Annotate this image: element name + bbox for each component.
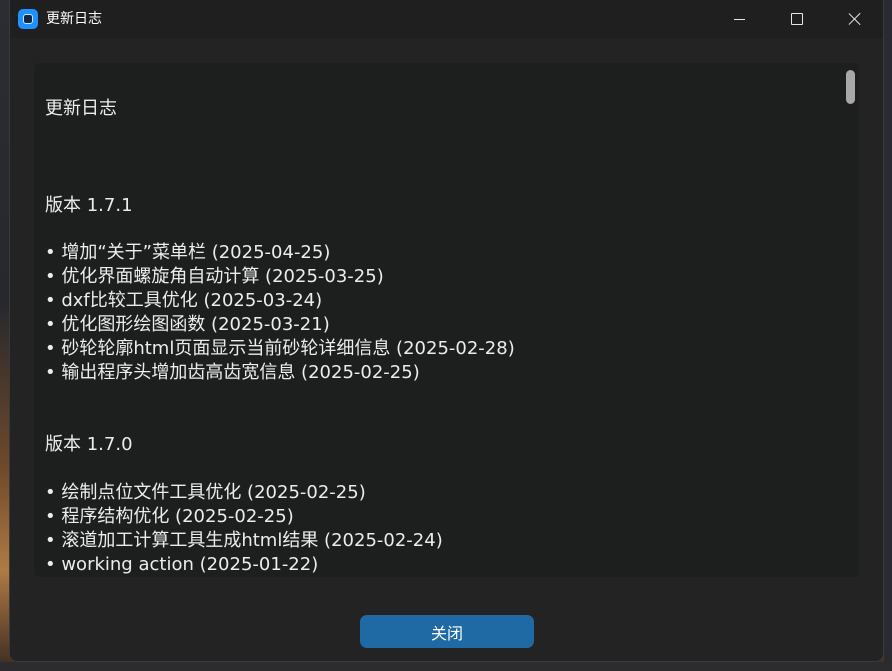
list-item: • 绘制点位文件工具优化 (2025-02-25): [45, 482, 366, 503]
scrollbar-thumb[interactable]: [846, 70, 855, 104]
close-window-button[interactable]: [826, 0, 883, 38]
minimize-button[interactable]: [710, 0, 768, 38]
minimize-icon: [733, 18, 745, 20]
list-item: • 优化界面螺旋角自动计算 (2025-03-25): [45, 266, 384, 287]
list-item: • 滚道加工计算工具生成html结果 (2025-02-24): [45, 530, 443, 551]
list-item: • 增加“关于”菜单栏 (2025-04-25): [45, 242, 331, 263]
list-item: • dxf比较工具优化 (2025-03-24): [45, 290, 323, 311]
title-bar[interactable]: 更新日志: [10, 0, 883, 38]
close-icon: [848, 12, 862, 26]
desktop-background: [884, 0, 892, 671]
changelog-window: 更新日志 更新日志 版本 1.7.1 • 增加“关于”菜单栏 (2025-04-…: [9, 0, 884, 662]
version-label: 版本 1.7.0: [45, 434, 133, 455]
maximize-button[interactable]: [768, 0, 826, 38]
maximize-icon: [791, 13, 803, 25]
list-item: • 程序结构优化 (2025-02-25): [45, 506, 294, 527]
list-item: • 砂轮轮廓html页面显示当前砂轮详细信息 (2025-02-28): [45, 338, 515, 359]
desktop-taskbar-edge: [0, 662, 892, 671]
changelog-heading: 更新日志: [45, 98, 117, 119]
list-item: • working action (2025-01-22): [45, 554, 319, 575]
list-item: • 优化图形绘图函数 (2025-03-21): [45, 314, 330, 335]
app-icon: [18, 9, 38, 29]
list-item: • 输出程序头增加齿高齿宽信息 (2025-02-25): [45, 362, 420, 383]
close-button[interactable]: 关闭: [360, 615, 534, 648]
window-title: 更新日志: [46, 11, 102, 27]
version-label: 版本 1.7.1: [45, 195, 133, 216]
changelog-text-area[interactable]: 更新日志 版本 1.7.1 • 增加“关于”菜单栏 (2025-04-25) •…: [34, 63, 859, 577]
